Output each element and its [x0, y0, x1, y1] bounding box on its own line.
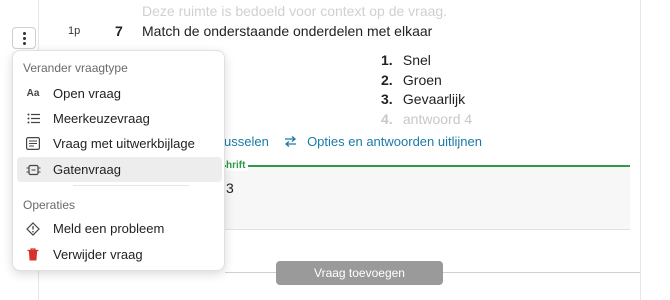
question-type-menu: Verander vraagtype Aa Open vraag Meerkeu… [12, 50, 225, 271]
answer-key-value: 3 [226, 180, 234, 196]
warning-diamond-icon [23, 221, 43, 236]
menu-item-open-question[interactable]: Aa Open vraag [17, 81, 222, 106]
answer-item[interactable]: 3. Gevaarlijk [381, 90, 472, 110]
answer-key-box[interactable] [224, 167, 630, 230]
menu-item-fill-gap[interactable]: Gatenvraag [17, 157, 222, 182]
align-arrows-icon [284, 135, 297, 150]
menu-section-operations: Operaties [23, 198, 76, 212]
menu-item-report-problem[interactable]: Meld een probleem [17, 216, 222, 241]
menu-item-label: Gatenvraag [53, 162, 121, 177]
add-question-button[interactable]: Vraag toevoegen [276, 261, 443, 285]
kebab-icon [22, 31, 26, 45]
question-options-button[interactable] [12, 27, 36, 49]
text-type-icon: Aa [26, 88, 40, 99]
question-points: 1p [68, 25, 81, 37]
menu-item-multiple-choice[interactable]: Meerkeuzevraag [17, 106, 222, 131]
menu-divider [73, 185, 189, 186]
shuffle-link[interactable]: usselen [224, 134, 269, 149]
answer-key-label: hrift [226, 160, 249, 171]
answer-list: 1. Snel 2. Groen 3. Gevaarlijk 4. antwoo… [381, 51, 472, 129]
menu-item-label: Meerkeuzevraag [53, 111, 150, 126]
question-number: 7 [115, 23, 123, 39]
answer-toolbar: usselen Opties en antwoorden uitlijnen [224, 134, 482, 150]
context-hint: Deze ruimte is bedoeld voor context op d… [142, 3, 448, 19]
question-text[interactable]: Match de onderstaande onderdelen met elk… [142, 23, 432, 39]
trash-icon [23, 248, 43, 261]
menu-section-type: Verander vraagtype [23, 61, 128, 75]
menu-item-attachment-question[interactable]: Vraag met uitwerkbijlage [17, 131, 222, 156]
attachment-sheet-icon [23, 137, 43, 150]
answer-item[interactable]: 2. Groen [381, 71, 472, 91]
align-options-link[interactable]: Opties en antwoorden uitlijnen [307, 134, 482, 149]
menu-item-label: Meld een probleem [53, 221, 165, 236]
fill-gap-icon [23, 164, 43, 176]
answer-key-divider [224, 165, 630, 167]
add-row-line-right [443, 272, 640, 273]
list-icon [23, 113, 43, 124]
answer-item[interactable]: 1. Snel [381, 51, 472, 71]
right-margin-rule [640, 0, 641, 300]
menu-item-label: Vraag met uitwerkbijlage [53, 136, 195, 151]
menu-item-delete-question[interactable]: Verwijder vraag [17, 242, 222, 267]
menu-item-label: Verwijder vraag [53, 247, 143, 262]
question-editor: Deze ruimte is bedoeld voor context op d… [0, 0, 670, 300]
answer-placeholder[interactable]: 4. antwoord 4 [381, 110, 472, 130]
add-row-line-left [225, 272, 276, 273]
menu-item-label: Open vraag [53, 86, 121, 101]
